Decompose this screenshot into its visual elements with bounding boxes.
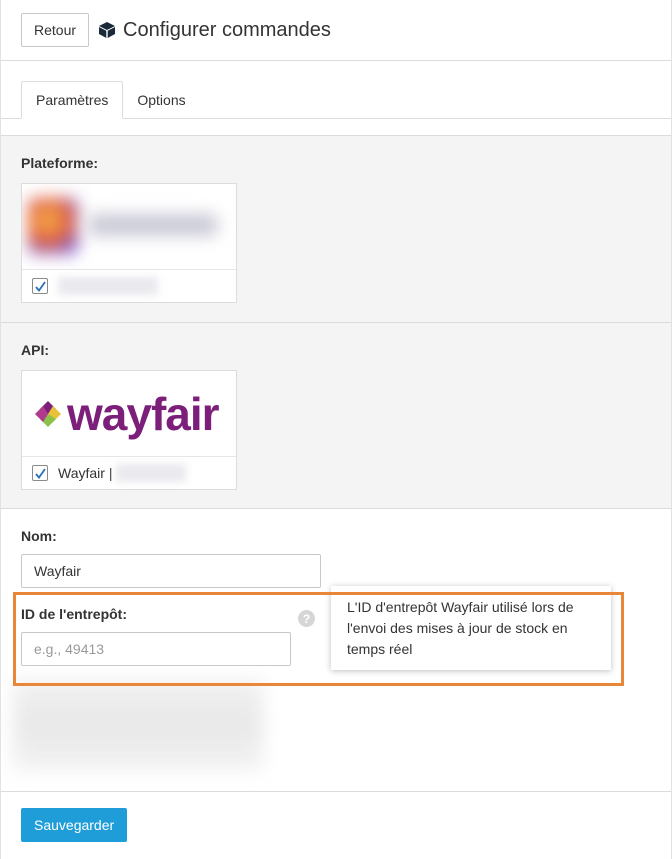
page-header: Retour Configurer commandes [1, 0, 671, 61]
platform-card-footer [22, 270, 236, 302]
form-section: Nom: Wayfair ID de l'entrepôt: e.g., 494… [1, 509, 671, 792]
form-footer: Sauvegarder [1, 792, 671, 858]
checkmark-icon [34, 467, 46, 479]
api-card[interactable]: wayfair Wayfair | [21, 370, 237, 490]
platform-card[interactable] [21, 183, 237, 303]
tab-options[interactable]: Options [123, 81, 199, 119]
api-account-blurred [116, 464, 187, 482]
platform-section: Plateforme: [1, 136, 671, 323]
warehouse-id-input[interactable]: e.g., 49413 [21, 632, 291, 666]
wayfair-pinwheel-icon [35, 400, 61, 427]
api-card-footer: Wayfair | [22, 457, 236, 489]
api-checkbox[interactable] [32, 465, 48, 481]
platform-name-blurred [58, 277, 158, 295]
help-icon[interactable]: ? [298, 610, 315, 627]
obscured-region [13, 679, 263, 771]
api-label: API: [21, 342, 49, 358]
wayfair-logo: wayfair [22, 371, 236, 457]
tab-parametres[interactable]: Paramètres [21, 81, 124, 119]
checkmark-icon [34, 280, 46, 292]
name-input[interactable]: Wayfair [21, 554, 321, 588]
wayfair-wordmark: wayfair [67, 387, 220, 440]
page-title: Configurer commandes [123, 18, 331, 41]
page: Retour Configurer commandes Paramètres O… [0, 0, 672, 859]
save-button[interactable]: Sauvegarder [21, 808, 128, 842]
platform-label: Plateforme: [21, 155, 99, 171]
platform-logo-blurred [22, 184, 236, 270]
api-checkbox-label: Wayfair | [58, 465, 113, 481]
back-button[interactable]: Retour [21, 13, 90, 47]
api-section: API: wayfair Wayfair | [1, 323, 671, 509]
name-label: Nom: [21, 528, 57, 544]
cube-icon [98, 21, 116, 39]
warehouse-id-tooltip: L'ID d'entrepôt Wayfair utilisé lors de … [331, 586, 611, 670]
tabs-area: Paramètres Options [1, 61, 671, 136]
platform-checkbox[interactable] [32, 278, 48, 294]
tab-bar: Paramètres Options [1, 81, 671, 119]
